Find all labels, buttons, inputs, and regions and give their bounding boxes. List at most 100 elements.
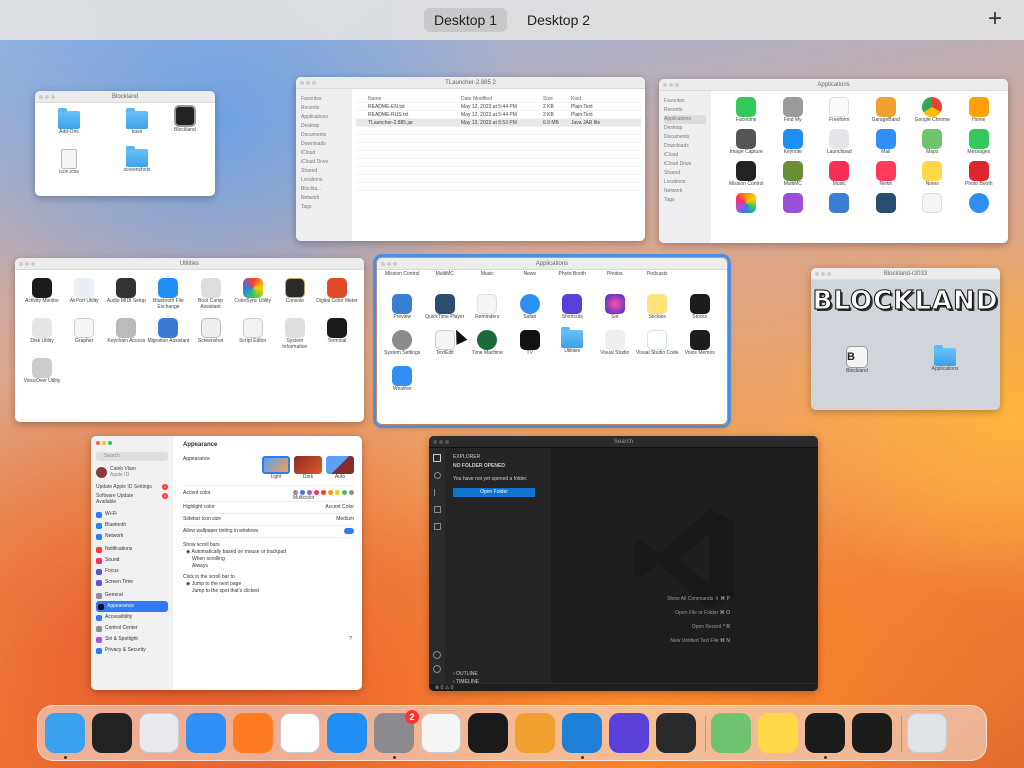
app-item[interactable] xyxy=(863,193,910,213)
dock-firefox-icon[interactable] xyxy=(233,713,273,753)
window-applications-finder[interactable]: Applications Favorites Recents Applicati… xyxy=(659,79,1008,243)
open-folder-button[interactable]: Open Folder xyxy=(453,488,535,497)
accent-swatch[interactable] xyxy=(335,490,340,495)
dock-finder-icon[interactable] xyxy=(45,713,85,753)
app-item[interactable]: Screenshot xyxy=(190,318,232,350)
radio-option[interactable]: When scrolling xyxy=(183,556,354,563)
app-item[interactable]: Photo Booth xyxy=(956,161,1003,187)
dock-visual-studio-code-icon[interactable] xyxy=(562,713,602,753)
sidebar-item[interactable]: Downloads xyxy=(301,140,347,149)
app-item[interactable]: Stickies xyxy=(636,294,679,320)
app-item[interactable]: System Information xyxy=(274,318,316,350)
finder-item[interactable]: Add-Ons xyxy=(47,108,91,135)
sidebar-item[interactable]: Blockla... xyxy=(301,185,347,194)
radio-option[interactable]: Always xyxy=(183,563,354,570)
file-row[interactable]: README-RUS.txt May 12, 2023 at 5:44 PM 3… xyxy=(356,111,641,119)
accent-swatch[interactable] xyxy=(321,490,326,495)
account-icon[interactable] xyxy=(433,651,441,659)
app-item[interactable]: Photo Booth xyxy=(551,271,594,277)
sidebar-item-bluetooth[interactable]: Bluetooth xyxy=(96,520,168,531)
window-tlauncher-finder[interactable]: TLauncher-2.885 2 Favorites Recents Appl… xyxy=(296,77,645,241)
app-item[interactable]: Keychain Access xyxy=(105,318,147,350)
app-item[interactable]: Stocks xyxy=(679,294,722,320)
dock-safari-icon[interactable] xyxy=(186,713,226,753)
app-item[interactable] xyxy=(723,193,770,213)
app-item[interactable]: Utilities xyxy=(551,327,594,356)
sidebar-item[interactable]: Desktop xyxy=(301,122,347,131)
app-item[interactable] xyxy=(770,193,817,213)
dock-textedit-icon[interactable] xyxy=(421,713,461,753)
space-desktop-1[interactable]: Desktop 1 xyxy=(423,8,507,32)
app-item[interactable]: Visual Studio Code xyxy=(636,330,679,356)
app-item[interactable]: MultiMC xyxy=(424,271,467,277)
add-space-button[interactable]: + xyxy=(988,6,1002,32)
app-item[interactable]: Preview xyxy=(381,294,424,320)
app-item[interactable]: GarageBand xyxy=(863,97,910,123)
app-item[interactable]: Messages xyxy=(956,129,1003,155)
dock-google-chrome-icon[interactable] xyxy=(280,713,320,753)
app-item[interactable]: Weather xyxy=(381,366,424,392)
finder-item[interactable]: screenshots xyxy=(115,146,159,173)
dmg-item[interactable]: Applications xyxy=(923,345,967,372)
dmg-item[interactable]: B Blockland xyxy=(841,346,873,374)
no-folder-heading[interactable]: NO FOLDER OPENED xyxy=(453,462,543,471)
dock-shortcuts-icon[interactable] xyxy=(609,713,649,753)
app-item[interactable]: Podcasts xyxy=(636,271,679,277)
hint-open-recent[interactable]: Open Recent ^ R xyxy=(610,624,730,630)
app-item[interactable]: System Settings xyxy=(381,330,424,356)
app-item[interactable]: Mission Control xyxy=(381,271,424,277)
sidebar-item-network[interactable]: Network xyxy=(96,531,168,542)
app-item[interactable]: News xyxy=(509,271,552,277)
app-item[interactable]: Photos xyxy=(594,271,637,277)
app-item[interactable]: Siri xyxy=(594,294,637,320)
help-button[interactable]: ? xyxy=(349,636,352,642)
mode-auto[interactable]: Auto xyxy=(326,456,354,485)
settings-search-input[interactable]: Search xyxy=(96,452,168,461)
sidebar-item-notifications[interactable]: Notifications xyxy=(96,544,168,555)
app-item[interactable]: Time Machine xyxy=(466,330,509,356)
app-item[interactable]: Mail xyxy=(863,129,910,155)
dock-app-store-icon[interactable] xyxy=(327,713,367,753)
sidebar-item[interactable]: Applications xyxy=(301,113,347,122)
finder-item[interactable]: base xyxy=(115,108,159,135)
file-row[interactable]: TLauncher-2.885.jar May 12, 2023 at 5:53… xyxy=(356,119,641,127)
sidebar-item-screen-time[interactable]: Screen Time xyxy=(96,577,168,588)
sidebar-item[interactable]: Shared xyxy=(301,167,347,176)
app-item[interactable]: Voice Memos xyxy=(679,330,722,356)
app-item[interactable] xyxy=(816,193,863,213)
app-item[interactable]: Mission Control xyxy=(723,161,770,187)
app-item[interactable]: TV xyxy=(509,330,552,356)
dock-activity-monitor-icon[interactable] xyxy=(805,713,845,753)
app-item[interactable]: Grapher xyxy=(63,318,105,350)
source-control-icon[interactable] xyxy=(433,489,441,496)
file-row[interactable]: README-EN.txt May 12, 2023 at 5:44 PM 2 … xyxy=(356,103,641,111)
app-item[interactable]: Music xyxy=(466,271,509,277)
app-item[interactable]: QuickTime Player xyxy=(424,294,467,320)
app-item[interactable] xyxy=(956,193,1003,213)
app-item[interactable]: Terminal xyxy=(316,318,358,350)
app-item[interactable]: MultiMC xyxy=(770,161,817,187)
app-item[interactable] xyxy=(909,193,956,213)
sidebar-item-wifi[interactable]: Wi-Fi xyxy=(96,509,168,520)
hint-show-commands[interactable]: Show All Commands ⇧ ⌘ P xyxy=(610,596,730,602)
window-applications-selected[interactable]: Applications Mission Control MultiMC Mus… xyxy=(373,254,731,428)
search-icon[interactable] xyxy=(433,472,441,479)
accent-swatch[interactable] xyxy=(349,490,354,495)
app-item[interactable]: Disk Utility xyxy=(21,318,63,350)
app-item[interactable]: Google Chrome xyxy=(909,97,956,123)
finder-item[interactable]: Blockland xyxy=(163,105,207,133)
radio-option[interactable]: Jump to the spot that's clicked xyxy=(183,588,354,595)
space-desktop-2[interactable]: Desktop 2 xyxy=(517,8,600,32)
app-item[interactable]: ColorSync Utility xyxy=(232,278,274,310)
app-item[interactable]: AirPort Utility xyxy=(63,278,105,310)
sidebar-item-appearance[interactable]: Appearance xyxy=(96,601,168,612)
mode-dark[interactable]: Dark xyxy=(294,456,322,485)
app-item[interactable]: Activity Monitor xyxy=(21,278,63,310)
app-item[interactable]: Audio MIDI Setup xyxy=(105,278,147,310)
sidebar-item-privacy[interactable]: Privacy & Security xyxy=(96,645,168,656)
files-icon[interactable] xyxy=(433,454,441,462)
app-item[interactable]: Maps xyxy=(909,129,956,155)
status-bar[interactable]: ⊗ 0 ⚠ 0 xyxy=(429,683,818,691)
extensions-icon[interactable] xyxy=(433,523,441,530)
radio-option[interactable]: ◉ Automatically based on mouse or trackp… xyxy=(183,549,354,556)
